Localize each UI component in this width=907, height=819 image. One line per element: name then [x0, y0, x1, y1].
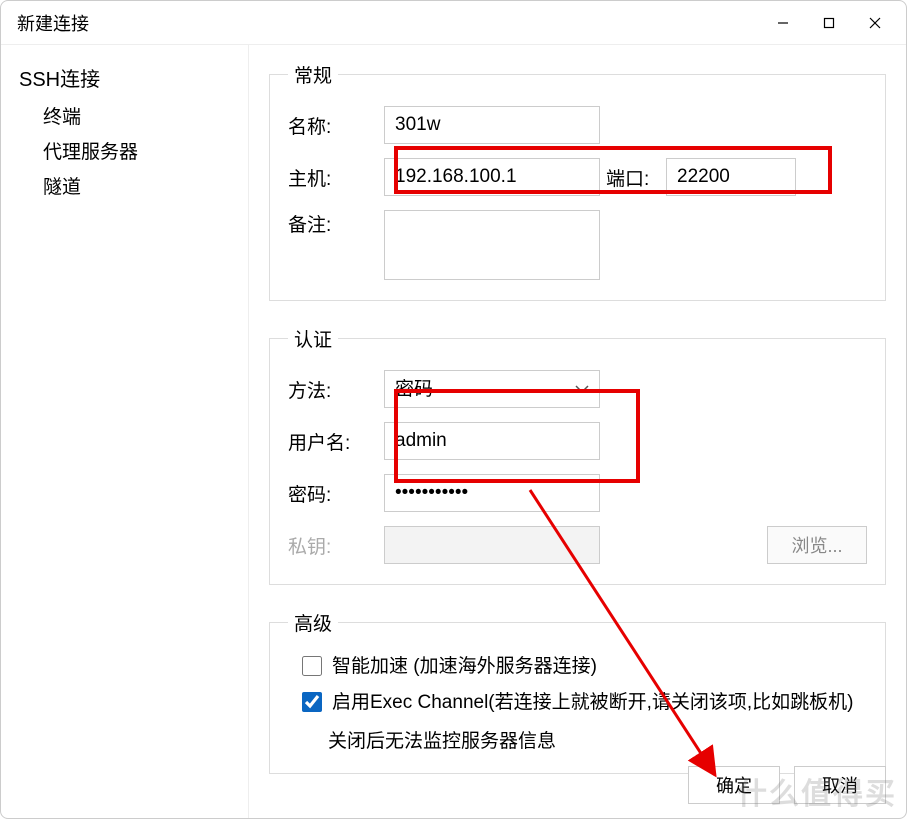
dialog-footer: 确定 取消: [688, 766, 886, 804]
sidebar-item-tunnel[interactable]: 隧道: [1, 168, 248, 203]
minimize-button[interactable]: [760, 7, 806, 39]
method-label: 方法:: [288, 376, 384, 403]
close-button[interactable]: [852, 7, 898, 39]
username-label: 用户名:: [288, 428, 384, 455]
group-general-legend: 常规: [288, 61, 338, 88]
dialog-body: SSH连接 终端 代理服务器 隧道 常规 名称: 主机: 端口: 备注:: [1, 45, 906, 818]
method-select[interactable]: 密码: [384, 370, 600, 408]
browse-button[interactable]: 浏览...: [767, 526, 867, 564]
name-input[interactable]: [384, 106, 600, 144]
password-input[interactable]: [384, 474, 600, 512]
sidebar-item-ssh[interactable]: SSH连接: [1, 57, 248, 98]
dialog-window: 新建连接 SSH连接 终端 代理服务器 隧道 常规 名称:: [0, 0, 907, 819]
ok-button[interactable]: 确定: [688, 766, 780, 804]
group-advanced: 高级 智能加速 (加速海外服务器连接) 启用Exec Channel(若连接上就…: [269, 609, 886, 774]
sidebar: SSH连接 终端 代理服务器 隧道: [1, 45, 249, 818]
port-label: 端口:: [606, 164, 666, 191]
privatekey-label: 私钥:: [288, 532, 384, 559]
close-icon: [869, 17, 881, 29]
cancel-button[interactable]: 取消: [794, 766, 886, 804]
exec-channel-note: 关闭后无法监控服务器信息: [288, 726, 867, 753]
smart-accel-label: 智能加速 (加速海外服务器连接): [332, 654, 597, 680]
window-controls: [760, 7, 898, 39]
group-auth: 认证 方法: 密码 用户名: 密码: 私钥:: [269, 325, 886, 585]
main-panel: 常规 名称: 主机: 端口: 备注: 认证: [249, 45, 906, 818]
titlebar: 新建连接: [1, 1, 906, 45]
group-advanced-legend: 高级: [288, 609, 338, 636]
maximize-icon: [823, 17, 835, 29]
maximize-button[interactable]: [806, 7, 852, 39]
group-general: 常规 名称: 主机: 端口: 备注:: [269, 61, 886, 301]
exec-channel-label: 启用Exec Channel(若连接上就被断开,请关闭该项,比如跳板机): [332, 690, 854, 716]
minimize-icon: [777, 17, 789, 29]
window-title: 新建连接: [17, 10, 760, 36]
sidebar-item-proxy[interactable]: 代理服务器: [1, 133, 248, 168]
host-input[interactable]: [384, 158, 600, 196]
name-label: 名称:: [288, 112, 384, 139]
host-label: 主机:: [288, 164, 384, 191]
username-input[interactable]: [384, 422, 600, 460]
smart-accel-checkbox[interactable]: [302, 656, 322, 676]
group-auth-legend: 认证: [288, 325, 338, 352]
exec-channel-checkbox[interactable]: [302, 692, 322, 712]
sidebar-item-terminal[interactable]: 终端: [1, 98, 248, 133]
notes-input[interactable]: [384, 210, 600, 280]
password-label: 密码:: [288, 480, 384, 507]
port-input[interactable]: [666, 158, 796, 196]
privatekey-input: [384, 526, 600, 564]
notes-label: 备注:: [288, 210, 384, 237]
